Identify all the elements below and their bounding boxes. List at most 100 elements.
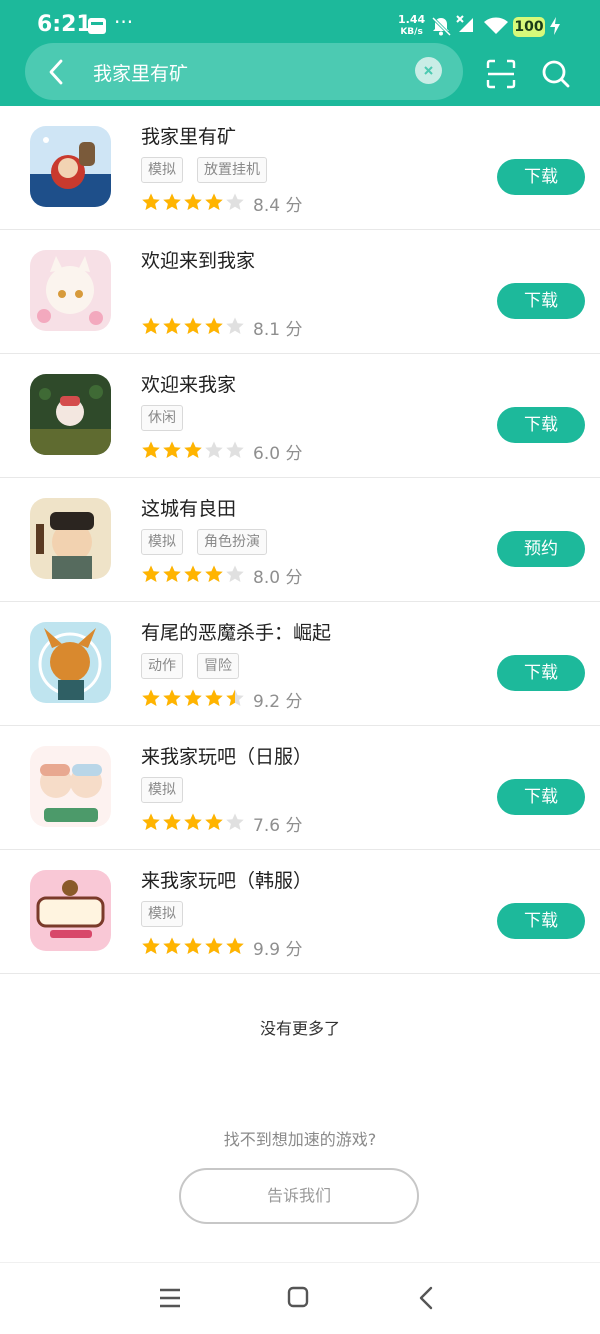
list-item[interactable]: 我家里有矿 模拟 放置挂机 8.4 分 下载 (0, 106, 600, 230)
missing-game-prompt: 找不到想加速的游戏? (223, 1130, 377, 1149)
list-item[interactable]: 这城有良田 模拟 角色扮演 8.0 分 预约 (0, 478, 600, 602)
star-icon (205, 193, 223, 210)
download-button[interactable]: 下载 (497, 779, 585, 815)
home-icon[interactable] (287, 1286, 309, 1308)
list-item[interactable]: 欢迎来我家 休闲 6.0 分 下载 (0, 354, 600, 478)
tag-list: 模拟 放置挂机 (141, 157, 281, 183)
tag-list: 模拟 (141, 777, 197, 803)
star-icon (163, 565, 181, 582)
star-icon (184, 937, 202, 954)
star-icon (184, 689, 202, 706)
star-icon (226, 689, 244, 706)
list-item[interactable]: 有尾的恶魔杀手：崛起 动作 冒险 9.2 分 下载 (0, 602, 600, 726)
star-icon (205, 317, 223, 334)
status-time: 6:21 (37, 12, 92, 37)
tag: 模拟 (141, 901, 183, 927)
star-icon (142, 441, 160, 458)
star-icon (163, 317, 181, 334)
download-button[interactable]: 下载 (497, 159, 585, 195)
search-bar (25, 43, 463, 100)
tell-us-button[interactable]: 告诉我们 (179, 1168, 419, 1224)
reserve-button[interactable]: 预约 (497, 531, 585, 567)
wifi-icon (484, 17, 508, 34)
star-icon (226, 565, 244, 582)
game-title: 来我家玩吧（日服） (141, 746, 313, 768)
star-icon (205, 565, 223, 582)
download-button[interactable]: 下载 (497, 283, 585, 319)
game-title: 有尾的恶魔杀手：崛起 (141, 622, 332, 644)
tag: 角色扮演 (197, 529, 267, 555)
no-signal-icon (456, 15, 473, 32)
list-item[interactable]: 来我家玩吧（韩服） 模拟 9.9 分 下载 (0, 850, 600, 974)
score: 8.1 分 (253, 320, 303, 340)
star-icon (163, 441, 181, 458)
tag-list: 模拟 (141, 901, 197, 927)
charging-icon (550, 17, 560, 35)
top-bar: 6:21 ··· 1.44 KB/s 100 (0, 0, 600, 106)
star-icon (184, 565, 202, 582)
tag: 模拟 (141, 777, 183, 803)
score: 9.9 分 (253, 940, 303, 960)
game-title: 来我家玩吧（韩服） (141, 870, 313, 892)
score: 8.0 分 (253, 568, 303, 588)
game-icon (30, 498, 111, 579)
nav-back-icon[interactable] (416, 1286, 436, 1310)
star-icon (205, 937, 223, 954)
tag: 模拟 (141, 157, 183, 183)
game-icon (30, 622, 111, 703)
game-icon (30, 250, 111, 331)
star-icon (142, 937, 160, 954)
download-button[interactable]: 下载 (497, 655, 585, 691)
game-icon (30, 126, 111, 207)
notification-icon (88, 18, 106, 34)
star-icon (184, 193, 202, 210)
search-icon[interactable] (540, 58, 572, 90)
score: 8.4 分 (253, 196, 303, 216)
menu-icon[interactable] (158, 1287, 182, 1309)
network-speed-value: 1.44 (398, 13, 426, 26)
star-icon (226, 441, 244, 458)
clear-search-button[interactable] (415, 57, 442, 84)
search-input[interactable] (93, 55, 403, 89)
star-rating (141, 812, 246, 832)
battery-level: 100 (513, 17, 545, 37)
game-title: 这城有良田 (141, 498, 237, 520)
download-button[interactable]: 下载 (497, 903, 585, 939)
score: 6.0 分 (253, 444, 303, 464)
system-nav-bar (0, 1262, 600, 1334)
star-rating (141, 192, 246, 212)
status-bar: 6:21 ··· 1.44 KB/s 100 (0, 0, 600, 46)
tag: 放置挂机 (197, 157, 267, 183)
star-rating (141, 564, 246, 584)
star-icon (142, 193, 160, 210)
list-item[interactable]: 欢迎来到我家 8.1 分 下载 (0, 230, 600, 354)
more-notifications-icon: ··· (114, 10, 134, 34)
no-more-label: 没有更多了 (259, 1019, 340, 1038)
star-icon (226, 193, 244, 210)
list-item[interactable]: 来我家玩吧（日服） 模拟 7.6 分 下载 (0, 726, 600, 850)
game-title: 欢迎来到我家 (141, 250, 256, 272)
star-rating (141, 936, 246, 956)
star-icon (226, 937, 244, 954)
network-speed: 1.44 KB/s (398, 14, 425, 38)
score: 7.6 分 (253, 816, 303, 836)
star-icon (184, 317, 202, 334)
game-icon (30, 746, 111, 827)
mute-icon (431, 16, 452, 36)
star-icon (142, 689, 160, 706)
star-icon (163, 193, 181, 210)
back-arrow-icon[interactable] (39, 55, 75, 89)
tag: 模拟 (141, 529, 183, 555)
tag: 动作 (141, 653, 183, 679)
network-speed-unit: KB/s (400, 27, 423, 37)
star-icon (142, 317, 160, 334)
star-icon (142, 813, 160, 830)
star-icon (184, 441, 202, 458)
star-icon (163, 813, 181, 830)
star-icon (205, 441, 223, 458)
download-button[interactable]: 下载 (497, 407, 585, 443)
star-icon (163, 937, 181, 954)
tag: 冒险 (197, 653, 239, 679)
star-icon (142, 565, 160, 582)
scan-icon[interactable] (486, 59, 516, 89)
